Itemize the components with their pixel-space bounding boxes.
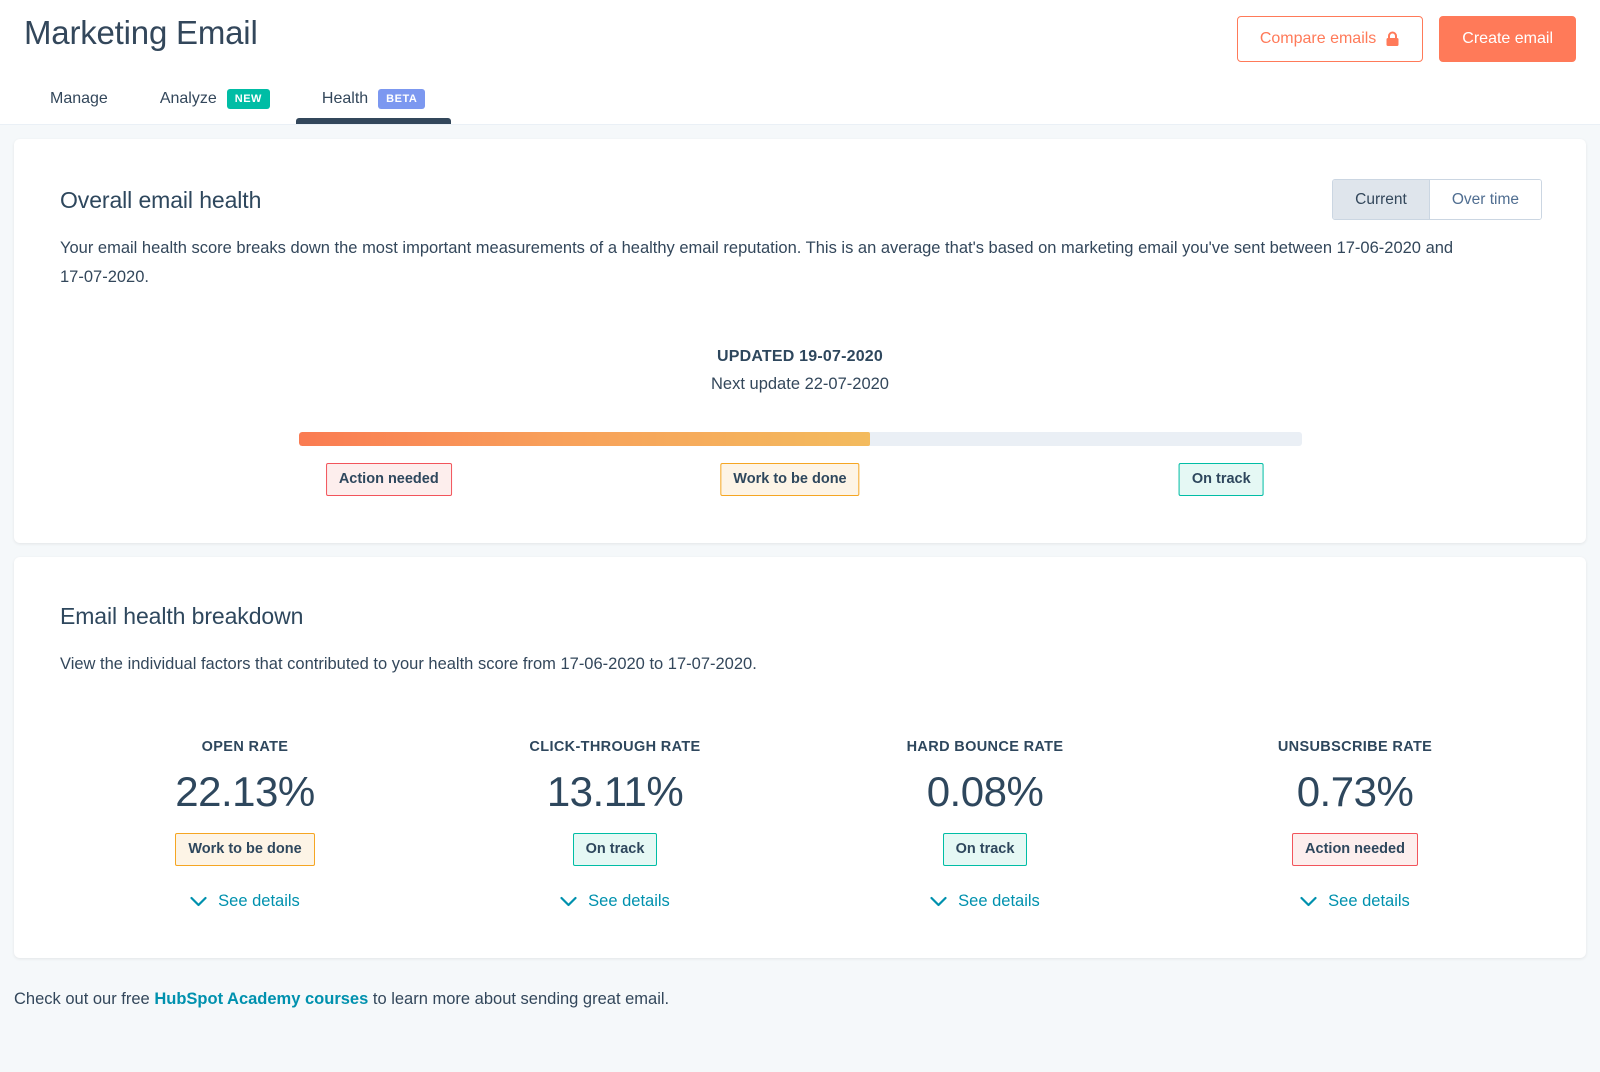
create-email-button[interactable]: Create email [1439, 16, 1576, 62]
metric-card: CLICK-THROUGH RATE 13.11% On track See deta… [430, 739, 800, 912]
scale-label-on-track: On track [1179, 463, 1264, 496]
tab-manage[interactable]: Manage [24, 80, 134, 124]
metric-value: 13.11% [430, 767, 800, 817]
status-badge: On track [943, 833, 1028, 866]
see-details-label: See details [958, 892, 1040, 911]
see-details-button[interactable]: See details [190, 892, 300, 911]
see-details-label: See details [1328, 892, 1410, 911]
metric-label: HARD BOUNCE RATE [800, 739, 1170, 755]
status-badge: Action needed [1292, 833, 1418, 866]
create-email-label: Create email [1462, 29, 1553, 49]
page-title: Marketing Email [24, 12, 258, 54]
updated-label: UPDATED 19-07-2020 [60, 348, 1540, 366]
compare-emails-label: Compare emails [1260, 29, 1376, 49]
page-header: Marketing Email Compare emails Create em… [0, 0, 1600, 125]
see-details-button[interactable]: See details [1300, 892, 1410, 911]
scale-label-work-to-be-done: Work to be done [720, 463, 859, 496]
toggle-over-time[interactable]: Over time [1429, 180, 1541, 219]
health-score-fill [299, 432, 871, 446]
metric-card: HARD BOUNCE RATE 0.08% On track See details [800, 739, 1170, 912]
metric-value: 0.08% [800, 767, 1170, 817]
see-details-button[interactable]: See details [560, 892, 670, 911]
footer-suffix: to learn more about sending great email. [368, 990, 669, 1008]
status-badge: Work to be done [175, 833, 314, 866]
lock-icon [1385, 31, 1400, 47]
updated-block: UPDATED 19-07-2020 Next update 22-07-202… [60, 348, 1540, 394]
view-toggle-group: Current Over time [1332, 179, 1542, 220]
footer-note: Check out our free HubSpot Academy cours… [0, 972, 1600, 1009]
footer-prefix: Check out our free [14, 990, 154, 1008]
chevron-down-icon [190, 896, 207, 907]
metric-label: UNSUBSCRIBE RATE [1170, 739, 1540, 755]
health-score-track [299, 432, 1302, 446]
metric-status-wrap: On track [430, 833, 800, 866]
header-actions: Compare emails Create email [1237, 12, 1576, 62]
metric-value: 0.73% [1170, 767, 1540, 817]
health-scale-labels: Action needed Work to be done On track [299, 463, 1302, 503]
chevron-down-icon [930, 896, 947, 907]
overall-email-health-card: Current Over time Overall email health Y… [14, 139, 1586, 543]
tab-manage-label: Manage [50, 88, 108, 110]
tab-health-badge: BETA [378, 89, 425, 109]
compare-emails-button[interactable]: Compare emails [1237, 16, 1423, 62]
breakdown-description: View the individual factors that contrib… [60, 650, 1480, 679]
breakdown-title: Email health breakdown [60, 603, 1540, 630]
see-details-label: See details [588, 892, 670, 911]
header-top-row: Marketing Email Compare emails Create em… [24, 0, 1576, 62]
email-health-breakdown-card: Email health breakdown View the individu… [14, 557, 1586, 958]
chevron-down-icon [560, 896, 577, 907]
metric-label: OPEN RATE [60, 739, 430, 755]
toggle-current[interactable]: Current [1333, 180, 1429, 219]
metric-card: UNSUBSCRIBE RATE 0.73% Action needed See de… [1170, 739, 1540, 912]
next-update-label: Next update 22-07-2020 [60, 375, 1540, 394]
metric-card: OPEN RATE 22.13% Work to be done See detail… [60, 739, 430, 912]
metric-status-wrap: On track [800, 833, 1170, 866]
tab-analyze[interactable]: Analyze NEW [134, 80, 296, 124]
tab-bar: Manage Analyze NEW Health BETA [24, 80, 451, 124]
metric-status-wrap: Work to be done [60, 833, 430, 866]
metric-label: CLICK-THROUGH RATE [430, 739, 800, 755]
metric-value: 22.13% [60, 767, 430, 817]
health-score-bar: Action needed Work to be done On track [299, 432, 1302, 503]
hubspot-academy-link[interactable]: HubSpot Academy courses [154, 990, 368, 1008]
status-badge: On track [573, 833, 658, 866]
see-details-button[interactable]: See details [930, 892, 1040, 911]
tab-health[interactable]: Health BETA [296, 80, 451, 124]
metric-status-wrap: Action needed [1170, 833, 1540, 866]
tab-health-label: Health [322, 88, 368, 110]
tab-analyze-label: Analyze [160, 88, 217, 110]
overall-health-title: Overall email health [60, 187, 1540, 214]
tab-analyze-badge: NEW [227, 89, 270, 109]
chevron-down-icon [1300, 896, 1317, 907]
scale-label-action-needed: Action needed [326, 463, 452, 496]
main-content: Current Over time Overall email health Y… [0, 125, 1600, 958]
see-details-label: See details [218, 892, 300, 911]
overall-health-description: Your email health score breaks down the … [60, 234, 1480, 292]
metrics-row: OPEN RATE 22.13% Work to be done See detail… [60, 739, 1540, 912]
